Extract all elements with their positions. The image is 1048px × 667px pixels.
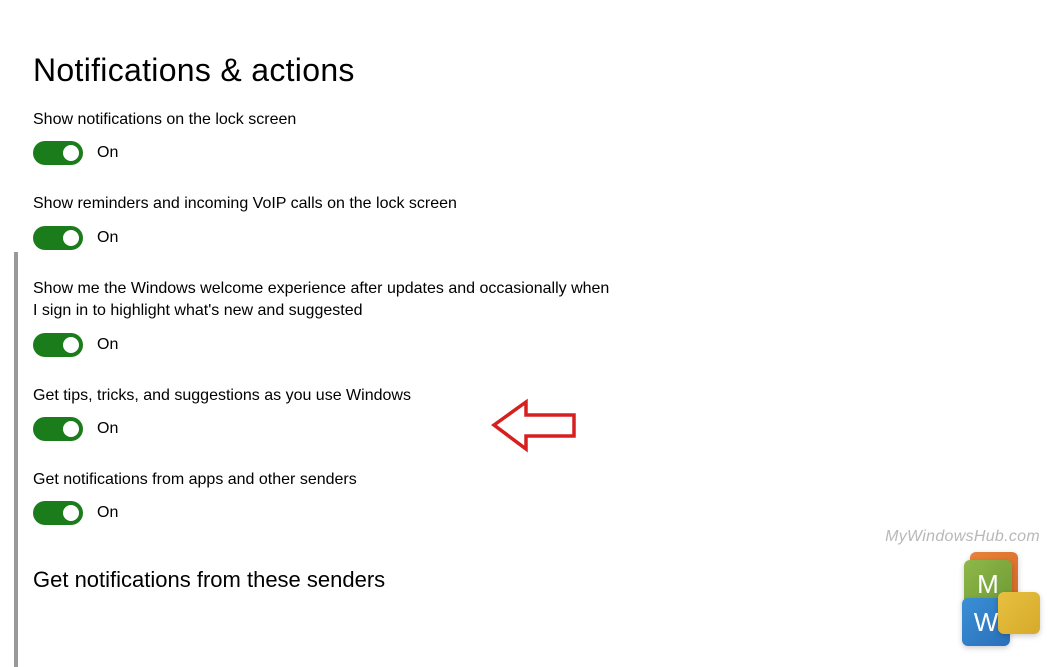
toggle-state-label: On bbox=[97, 420, 118, 438]
toggle-knob bbox=[63, 505, 79, 521]
setting-voip-lock-screen: Show reminders and incoming VoIP calls o… bbox=[33, 193, 700, 249]
setting-welcome-experience: Show me the Windows welcome experience a… bbox=[33, 278, 700, 357]
section-header-senders: Get notifications from these senders bbox=[33, 567, 700, 593]
setting-label: Show me the Windows welcome experience a… bbox=[33, 278, 613, 323]
toggle-state-label: On bbox=[97, 336, 118, 354]
toggle-voip-lock-screen[interactable] bbox=[33, 226, 83, 250]
toggle-state-label: On bbox=[97, 229, 118, 247]
toggle-welcome-experience[interactable] bbox=[33, 333, 83, 357]
page-title: Notifications & actions bbox=[33, 52, 700, 89]
toggle-row: On bbox=[33, 501, 700, 525]
toggle-knob bbox=[63, 421, 79, 437]
toggle-row: On bbox=[33, 417, 700, 441]
toggle-row: On bbox=[33, 226, 700, 250]
setting-label: Show reminders and incoming VoIP calls o… bbox=[33, 193, 613, 215]
setting-label: Get tips, tricks, and suggestions as you… bbox=[33, 385, 613, 407]
watermark-text: MyWindowsHub.com bbox=[885, 528, 1040, 546]
setting-app-notifications: Get notifications from apps and other se… bbox=[33, 469, 700, 525]
toggle-knob bbox=[63, 230, 79, 246]
toggle-state-label: On bbox=[97, 504, 118, 522]
setting-tips-suggestions: Get tips, tricks, and suggestions as you… bbox=[33, 385, 700, 441]
toggle-knob bbox=[63, 145, 79, 161]
watermark: MyWindowsHub.com M W bbox=[885, 528, 1040, 647]
toggle-row: On bbox=[33, 333, 700, 357]
toggle-state-label: On bbox=[97, 144, 118, 162]
logo-tile-yellow bbox=[998, 592, 1040, 634]
toggle-tips-suggestions[interactable] bbox=[33, 417, 83, 441]
settings-content: Notifications & actions Show notificatio… bbox=[0, 0, 700, 593]
setting-lock-screen-notifications: Show notifications on the lock screen On bbox=[33, 109, 700, 165]
toggle-app-notifications[interactable] bbox=[33, 501, 83, 525]
toggle-knob bbox=[63, 337, 79, 353]
watermark-logo: M W bbox=[950, 552, 1040, 647]
scrollbar-track bbox=[14, 252, 18, 667]
toggle-row: On bbox=[33, 141, 700, 165]
setting-label: Get notifications from apps and other se… bbox=[33, 469, 613, 491]
setting-label: Show notifications on the lock screen bbox=[33, 109, 613, 131]
toggle-lock-screen-notifications[interactable] bbox=[33, 141, 83, 165]
